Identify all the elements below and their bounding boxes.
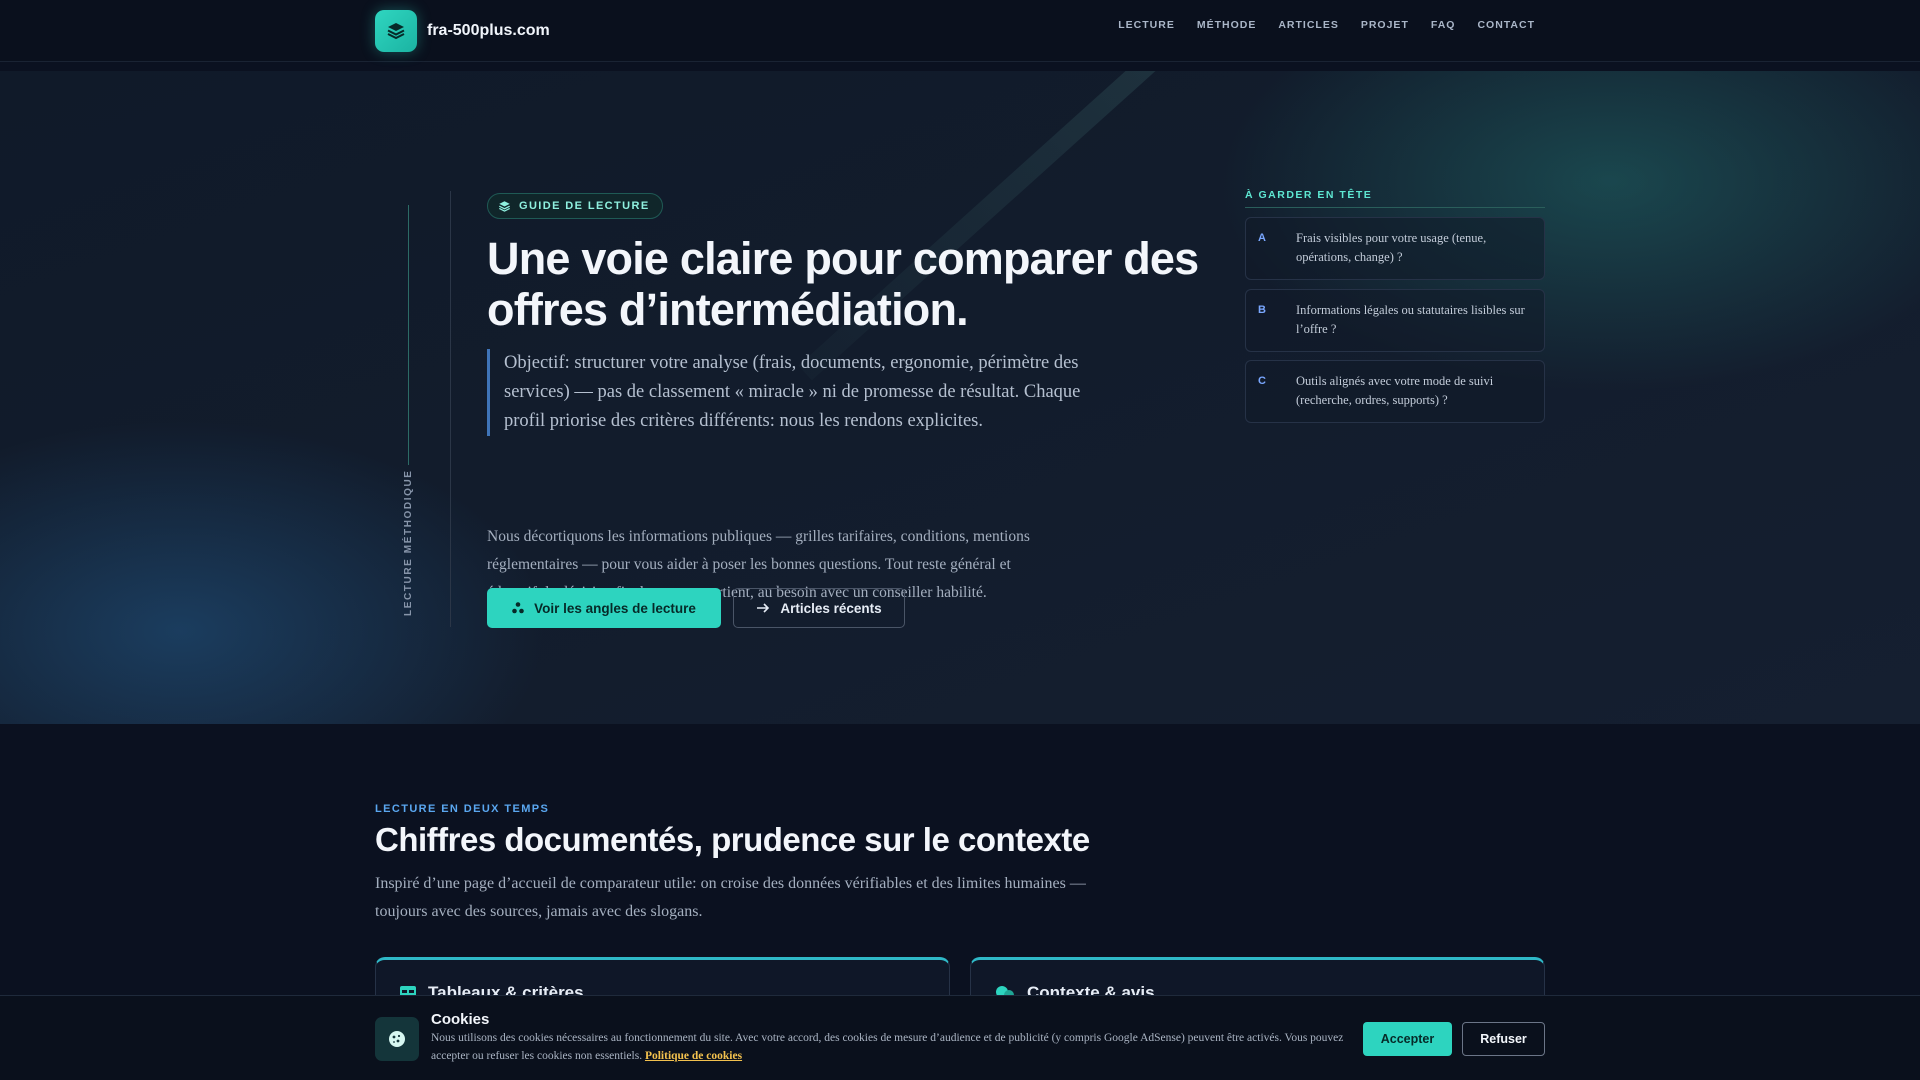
cookie-text: Nous utilisons des cookies nécessaires a… xyxy=(431,1029,1351,1065)
nav-links: LECTURE MÉTHODE ARTICLES PROJET FAQ CONT… xyxy=(1118,19,1535,31)
nav-link-lecture[interactable]: LECTURE xyxy=(1118,19,1175,31)
checklist-item: B Informations légales ou statutaires li… xyxy=(1245,289,1545,352)
reading-angles-button[interactable]: Voir les angles de lecture xyxy=(487,588,721,628)
hero-quote: Objectif: structurer votre analyse (frai… xyxy=(487,349,1107,436)
checklist-item: C Outils alignés avec votre mode de suiv… xyxy=(1245,360,1545,423)
cookie-policy-link[interactable]: Politique de cookies xyxy=(645,1050,742,1062)
accent-rule xyxy=(408,205,409,465)
cookie-banner: Cookies Nous utilisons des cookies néces… xyxy=(0,995,1920,1080)
section-title: Chiffres documentés, prudence sur le con… xyxy=(375,821,1090,858)
checklist-text: Informations légales ou statutaires lisi… xyxy=(1296,303,1525,336)
reading-angles-label: Voir les angles de lecture xyxy=(534,600,696,616)
checklist-letter: A xyxy=(1258,232,1266,244)
recent-articles-label: Articles récents xyxy=(780,600,882,616)
cookie-icon xyxy=(375,1017,419,1061)
cookie-title: Cookies xyxy=(431,1011,490,1028)
arrow-right-icon xyxy=(757,603,770,613)
nav-link-contact[interactable]: CONTACT xyxy=(1477,19,1535,31)
layers-icon xyxy=(499,200,510,212)
badge-label: GUIDE DE LECTURE xyxy=(519,200,650,212)
checklist-letter: B xyxy=(1258,304,1266,316)
cookie-description: Nous utilisons des cookies nécessaires a… xyxy=(431,1032,1344,1062)
nav-link-articles[interactable]: ARTICLES xyxy=(1278,19,1339,31)
brand-name: fra-500plus.com xyxy=(427,22,550,39)
brand-link[interactable]: fra-500plus.com xyxy=(375,10,550,52)
guide-badge: GUIDE DE LECTURE xyxy=(487,193,663,219)
hero-section: LECTURE MÉTHODIQUE GUIDE DE LECTURE Une … xyxy=(0,71,1920,724)
hero-title: Une voie claire pour comparer des offres… xyxy=(487,233,1199,335)
nav-link-projet[interactable]: PROJET xyxy=(1361,19,1409,31)
aside-title: À GARDER EN TÊTE xyxy=(1245,189,1545,208)
divider-rule xyxy=(450,191,451,627)
refuse-cookies-button[interactable]: Refuser xyxy=(1462,1022,1545,1056)
layers-icon xyxy=(375,10,417,52)
nav-link-methode[interactable]: MÉTHODE xyxy=(1197,19,1257,31)
checklist-letter: C xyxy=(1258,375,1266,387)
checklist-item: A Frais visibles pour votre usage (tenue… xyxy=(1245,217,1545,280)
section-eyebrow: LECTURE EN DEUX TEMPS xyxy=(375,803,550,815)
accept-cookies-button[interactable]: Accepter xyxy=(1363,1022,1452,1056)
vertical-label: LECTURE MÉTHODIQUE xyxy=(403,469,414,616)
nav-link-faq[interactable]: FAQ xyxy=(1431,19,1456,31)
top-nav: fra-500plus.com LECTURE MÉTHODE ARTICLES… xyxy=(0,0,1920,62)
checklist-text: Outils alignés avec votre mode de suivi … xyxy=(1296,374,1494,407)
nodes-icon xyxy=(512,602,524,614)
section-lead: Inspiré d’une page d’accueil de comparat… xyxy=(375,875,1086,920)
recent-articles-button[interactable]: Articles récents xyxy=(733,588,905,628)
checklist-text: Frais visibles pour votre usage (tenue, … xyxy=(1296,231,1487,264)
